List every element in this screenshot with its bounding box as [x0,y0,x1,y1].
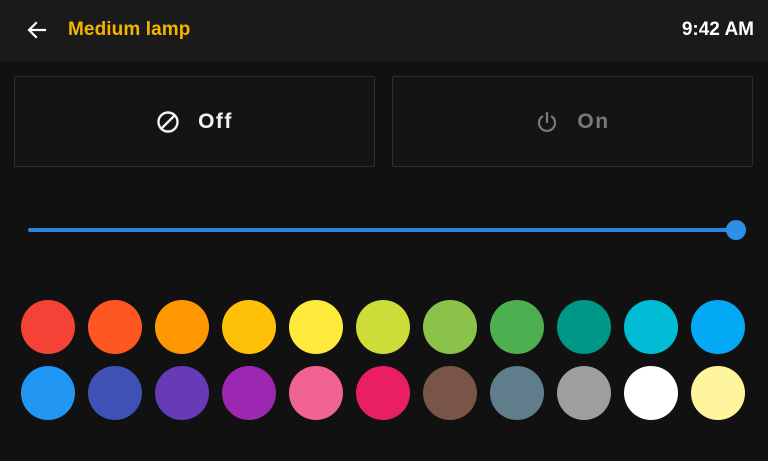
brightness-slider[interactable] [28,220,748,240]
top-bar: Medium lamp 9:42 AM [0,0,768,61]
color-swatch[interactable] [21,366,75,420]
color-swatch[interactable] [88,366,142,420]
slider-track [28,228,736,232]
color-swatch[interactable] [222,300,276,354]
color-swatch[interactable] [624,300,678,354]
color-swatch[interactable] [155,366,209,420]
color-swatch[interactable] [21,300,75,354]
color-swatch[interactable] [557,366,611,420]
color-swatch[interactable] [155,300,209,354]
slider-thumb[interactable] [726,220,746,240]
color-swatch[interactable] [624,366,678,420]
on-label: On [577,109,610,133]
color-swatch[interactable] [356,366,410,420]
power-icon [538,111,557,132]
color-swatch[interactable] [289,300,343,354]
back-button[interactable] [24,18,50,42]
color-swatch[interactable] [423,366,477,420]
clock: 9:42 AM [681,19,754,40]
color-swatch[interactable] [423,300,477,354]
block-icon [157,110,179,133]
off-button[interactable]: Off [14,76,375,167]
color-swatch[interactable] [289,366,343,420]
color-swatch[interactable] [88,300,142,354]
lamp-control-screen: Medium lamp 9:42 AM Off On [0,0,768,461]
arrow-left-icon [27,21,47,39]
color-swatch[interactable] [490,300,544,354]
color-swatch[interactable] [691,366,745,420]
color-swatch[interactable] [356,300,410,354]
on-button[interactable]: On [392,76,753,167]
page-title: Medium lamp [68,19,191,40]
color-swatch[interactable] [557,300,611,354]
color-swatch[interactable] [691,300,745,354]
off-label: Off [198,109,233,133]
color-swatch[interactable] [490,366,544,420]
color-swatch[interactable] [222,366,276,420]
